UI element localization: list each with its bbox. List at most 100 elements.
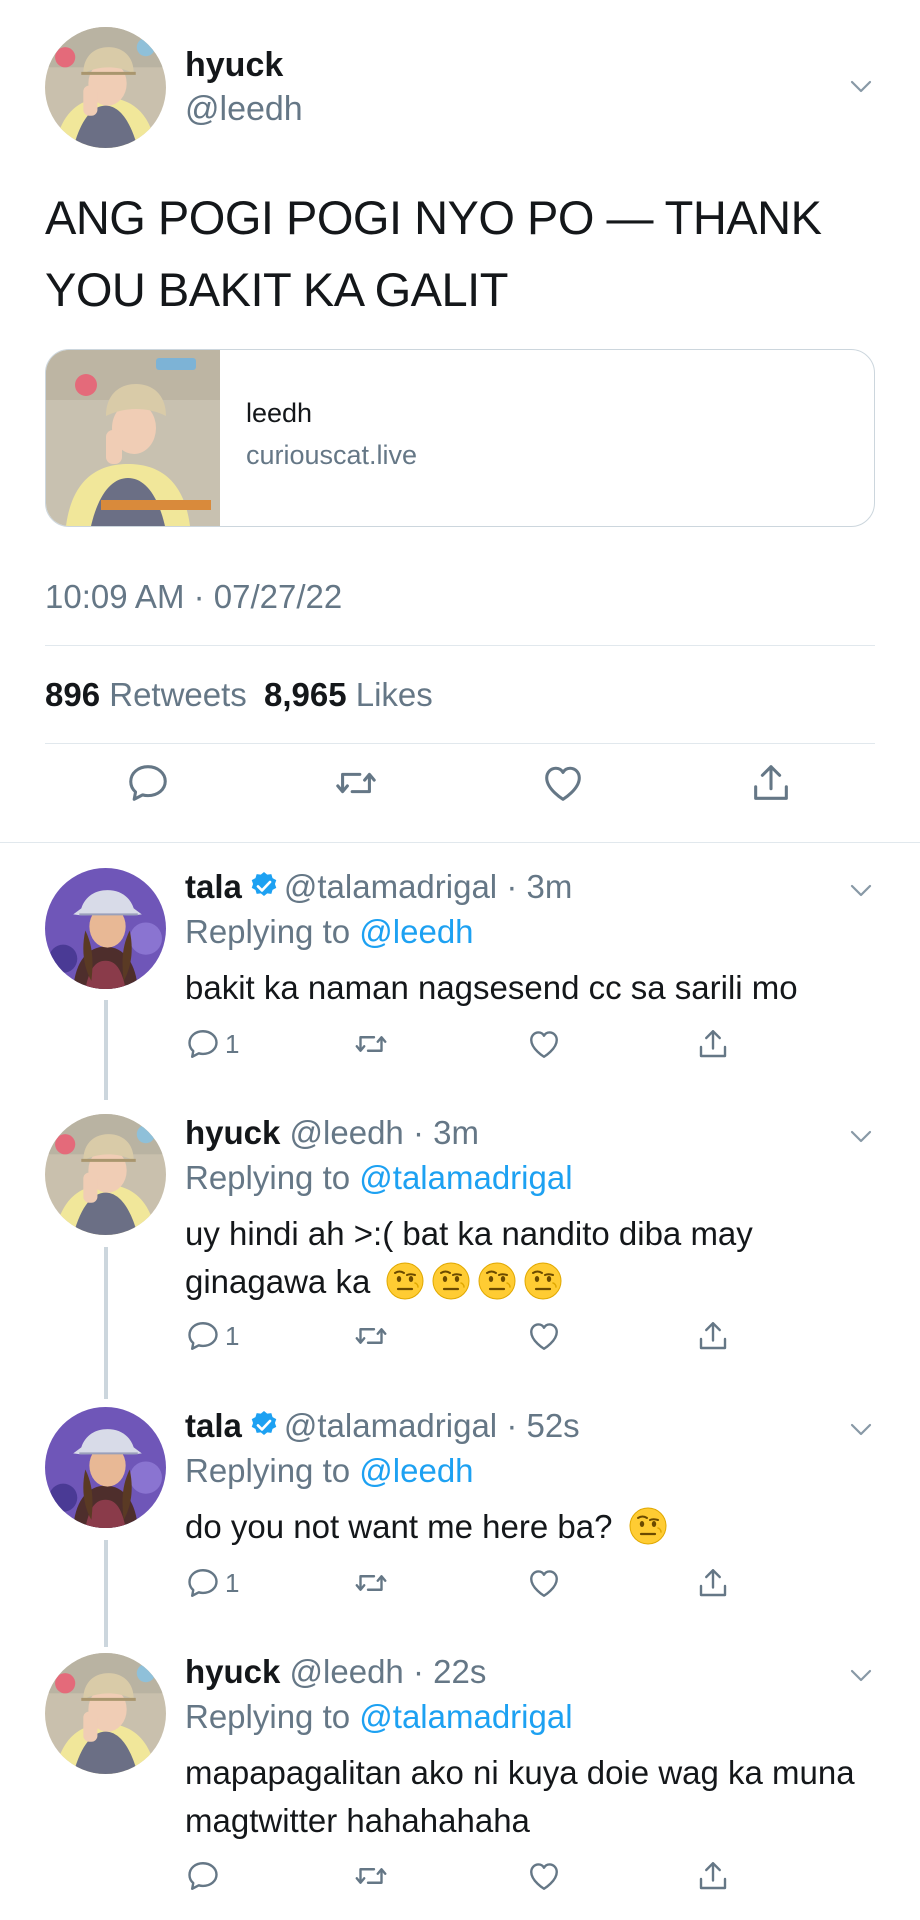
retweet-icon[interactable] <box>353 1318 389 1354</box>
tweet-actions <box>0 760 920 830</box>
retweet-icon[interactable] <box>353 1858 389 1894</box>
replying-to: Replying to @talamadrigal <box>185 1159 573 1197</box>
avatar[interactable] <box>45 27 166 148</box>
reply-count: 1 <box>225 1028 240 1059</box>
like-icon[interactable] <box>526 1565 562 1601</box>
tweet-text: ANG POGI POGI NYO PO — THANK YOU BAKIT K… <box>45 191 822 316</box>
avatar[interactable] <box>45 1407 166 1528</box>
tweet-stats: 896 Retweets 8,965 Likes <box>45 676 433 714</box>
raised-eyebrow-emoji <box>628 1506 668 1546</box>
share-icon[interactable] <box>695 1026 731 1062</box>
reply-actions <box>185 1858 745 1898</box>
reply-time[interactable]: · 3m <box>506 868 572 905</box>
likes-count[interactable]: 8,965 <box>264 676 347 713</box>
share-icon[interactable] <box>695 1858 731 1894</box>
chevron-down-icon[interactable] <box>850 884 872 898</box>
replying-prefix: Replying to <box>185 1159 351 1196</box>
reply-icon[interactable] <box>185 1565 221 1601</box>
chevron-down-icon[interactable] <box>850 1130 872 1144</box>
reply-time[interactable]: · 52s <box>506 1407 579 1444</box>
thread-line <box>104 1000 108 1100</box>
reply-header: hyuck @leedh · 22s <box>185 1653 486 1691</box>
reply-icon[interactable] <box>185 1026 221 1062</box>
author-handle[interactable]: @leedh <box>185 90 303 129</box>
author-handle[interactable]: @talamadrigal <box>284 1407 497 1444</box>
replying-to-link[interactable]: @talamadrigal <box>359 1698 572 1735</box>
replying-prefix: Replying to <box>185 1698 351 1735</box>
reply-icon[interactable] <box>185 1318 221 1354</box>
reply-actions: 1 <box>185 1026 745 1066</box>
chevron-down-icon[interactable] <box>850 1423 872 1437</box>
avatar[interactable] <box>45 1653 166 1774</box>
replying-to: Replying to @talamadrigal <box>185 1698 573 1736</box>
replying-to-link[interactable]: @leedh <box>359 1452 473 1489</box>
replying-prefix: Replying to <box>185 913 351 950</box>
replying-to-link[interactable]: @talamadrigal <box>359 1159 572 1196</box>
replying-to-link[interactable]: @leedh <box>359 913 473 950</box>
author-handle[interactable]: @talamadrigal <box>284 868 497 905</box>
reply-time[interactable]: · 3m <box>413 1114 479 1151</box>
divider <box>0 842 920 843</box>
reply-header: hyuck @leedh · 3m <box>185 1114 479 1152</box>
author-name[interactable]: tala <box>185 868 242 905</box>
thread-line <box>104 1540 108 1647</box>
raised-eyebrow-emoji <box>431 1261 471 1301</box>
reply-actions: 1 <box>185 1565 745 1605</box>
likes-label[interactable]: Likes <box>356 676 433 713</box>
raised-eyebrow-emoji <box>477 1261 517 1301</box>
replying-to: Replying to @leedh <box>185 1452 474 1490</box>
reply-text: mapapagalitan ako ni kuya doie wag ka mu… <box>185 1754 855 1839</box>
author-name[interactable]: hyuck <box>185 1114 280 1151</box>
reply-time[interactable]: · 22s <box>413 1653 486 1690</box>
link-card[interactable]: leedh curiouscat.live <box>45 349 875 527</box>
thread-line <box>104 1247 108 1399</box>
avatar[interactable] <box>45 868 166 989</box>
raised-eyebrow-emoji <box>523 1261 563 1301</box>
divider <box>45 743 875 744</box>
verified-badge-icon <box>248 870 280 902</box>
retweets-count[interactable]: 896 <box>45 676 100 713</box>
chevron-down-icon[interactable] <box>850 1669 872 1683</box>
reply-header: tala @talamadrigal · 52s <box>185 1407 580 1445</box>
reply-text: bakit ka naman nagsesend cc sa sarili mo <box>185 969 798 1006</box>
share-icon[interactable] <box>748 760 794 806</box>
card-domain: curiouscat.live <box>246 440 418 470</box>
reply-count: 1 <box>225 1320 240 1351</box>
reply-button[interactable] <box>185 1858 225 1894</box>
avatar[interactable] <box>45 1114 166 1235</box>
reply-header: tala @talamadrigal · 3m <box>185 868 572 906</box>
like-icon[interactable] <box>526 1858 562 1894</box>
verified-badge-icon <box>248 1409 280 1441</box>
reply-button[interactable]: 1 <box>185 1565 239 1601</box>
reply-button[interactable]: 1 <box>185 1026 239 1062</box>
reply-text: uy hindi ah >:( bat ka nandito diba may … <box>185 1210 885 1306</box>
retweet-icon[interactable] <box>353 1565 389 1601</box>
divider <box>45 645 875 646</box>
retweets-label[interactable]: Retweets <box>109 676 247 713</box>
reply-icon[interactable] <box>185 1858 221 1894</box>
author-handle[interactable]: @leedh <box>290 1653 404 1690</box>
tweet-timestamp[interactable]: 10:09 AM · 07/27/22 <box>45 578 342 616</box>
reply-text-body: do you not want me here ba? <box>185 1508 613 1545</box>
replying-prefix: Replying to <box>185 1452 351 1489</box>
author-handle[interactable]: @leedh <box>290 1114 404 1151</box>
card-image <box>46 350 220 526</box>
author-name[interactable]: hyuck <box>185 46 283 85</box>
like-icon[interactable] <box>540 760 586 806</box>
reply-icon[interactable] <box>125 760 171 806</box>
reply-button[interactable]: 1 <box>185 1318 239 1354</box>
retweet-icon[interactable] <box>333 760 379 806</box>
retweet-icon[interactable] <box>353 1026 389 1062</box>
card-title: leedh <box>246 398 313 428</box>
reply-text: do you not want me here ba? <box>185 1503 885 1551</box>
raised-eyebrow-emoji <box>385 1261 425 1301</box>
chevron-down-icon[interactable] <box>850 80 872 94</box>
like-icon[interactable] <box>526 1026 562 1062</box>
author-name[interactable]: tala <box>185 1407 242 1444</box>
author-name[interactable]: hyuck <box>185 1653 280 1690</box>
share-icon[interactable] <box>695 1565 731 1601</box>
reply-count: 1 <box>225 1567 240 1598</box>
share-icon[interactable] <box>695 1318 731 1354</box>
replying-to: Replying to @leedh <box>185 913 474 951</box>
like-icon[interactable] <box>526 1318 562 1354</box>
